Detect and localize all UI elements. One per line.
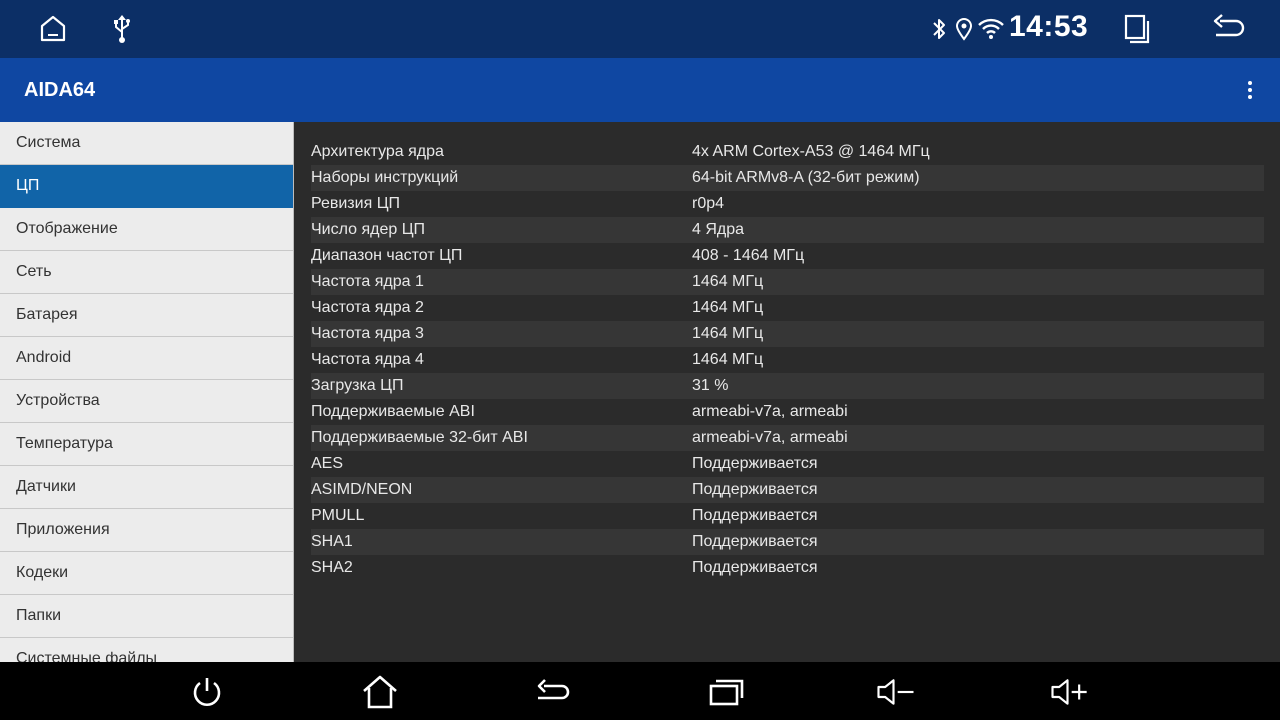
- row-value: 1464 МГц: [692, 325, 764, 342]
- row-value: Поддерживается: [692, 455, 818, 472]
- row-key: Архитектура ядра: [311, 143, 444, 160]
- table-row: AES Поддерживается: [311, 451, 1264, 477]
- table-row: Загрузка ЦП 31 %: [311, 373, 1264, 399]
- table-row: Поддерживаемые 32-бит ABI armeabi-v7a, ar…: [311, 425, 1264, 451]
- sidebar-item-folders[interactable]: Папки: [0, 595, 293, 638]
- row-value: armeabi-v7a, armeabi: [692, 429, 848, 446]
- row-value: 408 - 1464 МГц: [692, 247, 805, 264]
- power-icon[interactable]: [187, 674, 227, 710]
- table-row: ASIMD/NEON Поддерживается: [311, 477, 1264, 503]
- row-value: 64-bit ARMv8-A (32-бит режим): [692, 169, 920, 186]
- recent-apps-icon[interactable]: [706, 674, 746, 710]
- row-value: Поддерживается: [692, 559, 818, 576]
- location-icon: [953, 16, 975, 42]
- table-row: Частота ядра 2 1464 МГц: [311, 295, 1264, 321]
- row-value: 1464 МГц: [692, 299, 764, 316]
- table-row: Архитектура ядра 4x ARM Cortex-A53 @ 1464…: [311, 139, 1264, 165]
- sidebar-item-codecs[interactable]: Кодеки: [0, 552, 293, 595]
- volume-down-icon[interactable]: [876, 674, 916, 710]
- row-key: Частота ядра 3: [311, 325, 424, 342]
- sidebar-item-system[interactable]: Система: [0, 122, 293, 165]
- row-value: 1464 МГц: [692, 351, 764, 368]
- row-value: 4x ARM Cortex-A53 @ 1464 МГц: [692, 143, 930, 160]
- back-icon[interactable]: [1208, 12, 1248, 46]
- row-value: armeabi-v7a, armeabi: [692, 403, 848, 420]
- row-key: Диапазон частот ЦП: [311, 247, 463, 264]
- row-key: Число ядер ЦП: [311, 221, 426, 238]
- cpu-info-panel: Архитектура ядра 4x ARM Cortex-A53 @ 1464…: [295, 122, 1280, 662]
- table-row: SHA1 Поддерживается: [311, 529, 1264, 555]
- row-key: SHA1: [311, 533, 353, 550]
- row-key: SHA2: [311, 559, 353, 576]
- cpu-info-table: Архитектура ядра 4x ARM Cortex-A53 @ 1464…: [311, 139, 1264, 581]
- sidebar-item-devices[interactable]: Устройства: [0, 380, 293, 423]
- status-bar: 14:53: [0, 0, 1280, 58]
- row-value: 4 Ядра: [692, 221, 745, 238]
- sidebar-item-apps[interactable]: Приложения: [0, 509, 293, 552]
- row-key: Поддерживаемые 32-бит ABI: [311, 429, 528, 446]
- row-key: AES: [311, 455, 344, 472]
- app-bar: AIDA64: [0, 58, 1280, 122]
- row-key: Загрузка ЦП: [311, 377, 404, 394]
- sidebar-item-sensors[interactable]: Датчики: [0, 466, 293, 509]
- row-key: PMULL: [311, 507, 365, 524]
- table-row: Наборы инструкций 64-bit ARMv8-A (32-бит …: [311, 165, 1264, 191]
- sidebar-item-network[interactable]: Сеть: [0, 251, 293, 294]
- row-value: r0p4: [692, 195, 725, 212]
- bluetooth-icon: [928, 16, 950, 42]
- wifi-icon: [977, 16, 1005, 42]
- row-key: Частота ядра 4: [311, 351, 424, 368]
- back-icon[interactable]: [533, 674, 573, 710]
- table-row: Частота ядра 1 1464 МГц: [311, 269, 1264, 295]
- row-value: 31 %: [692, 377, 729, 394]
- sidebar-item-display[interactable]: Отображение: [0, 208, 293, 251]
- table-row: Поддерживаемые ABI armeabi-v7a, armeabi: [311, 399, 1264, 425]
- row-key: Частота ядра 2: [311, 299, 424, 316]
- row-value: Поддерживается: [692, 507, 818, 524]
- volume-up-icon[interactable]: [1050, 674, 1090, 710]
- table-row: Частота ядра 3 1464 МГц: [311, 321, 1264, 347]
- row-key: Поддерживаемые ABI: [311, 403, 475, 420]
- usb-icon: [106, 12, 138, 46]
- table-row: Число ядер ЦП 4 Ядра: [311, 217, 1264, 243]
- row-key: ASIMD/NEON: [311, 481, 413, 498]
- sidebar-item-cpu[interactable]: ЦП: [0, 165, 293, 208]
- table-row: Ревизия ЦП r0p4: [311, 191, 1264, 217]
- clock: 14:53: [1009, 10, 1089, 43]
- sidebar-item-battery[interactable]: Батарея: [0, 294, 293, 337]
- sidebar-item-system-files[interactable]: Системные файлы: [0, 638, 293, 662]
- table-row: Диапазон частот ЦП 408 - 1464 МГц: [311, 243, 1264, 269]
- home-icon[interactable]: [360, 674, 400, 710]
- table-row: Частота ядра 4 1464 МГц: [311, 347, 1264, 373]
- app-title: AIDA64: [24, 79, 96, 101]
- row-value: Поддерживается: [692, 481, 818, 498]
- recent-apps-icon[interactable]: [1120, 12, 1154, 46]
- row-value: 1464 МГц: [692, 273, 764, 290]
- sidebar-item-temperature[interactable]: Температура: [0, 423, 293, 466]
- table-row: PMULL Поддерживается: [311, 503, 1264, 529]
- row-key: Наборы инструкций: [311, 169, 459, 186]
- sidebar: Система ЦП Отображение Сеть Батарея Andr…: [0, 122, 294, 662]
- home-icon[interactable]: [37, 12, 69, 46]
- more-vert-icon[interactable]: [1236, 76, 1264, 104]
- table-row: SHA2 Поддерживается: [311, 555, 1264, 581]
- row-key: Частота ядра 1: [311, 273, 424, 290]
- row-value: Поддерживается: [692, 533, 818, 550]
- sidebar-item-android[interactable]: Android: [0, 337, 293, 380]
- row-key: Ревизия ЦП: [311, 195, 401, 212]
- navigation-bar: [0, 662, 1280, 720]
